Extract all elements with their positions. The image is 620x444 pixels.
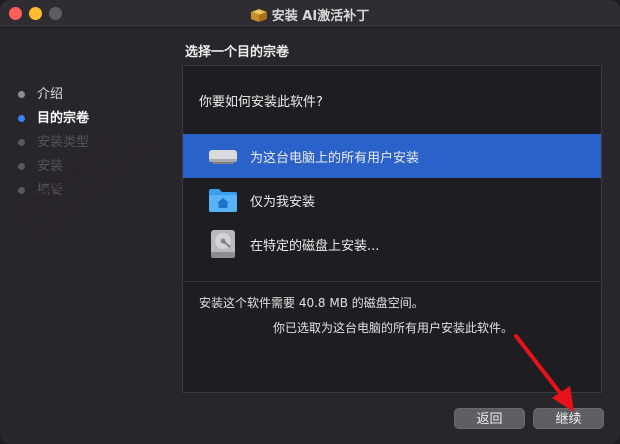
- step-installation-type: 安装类型: [18, 134, 89, 158]
- step-label: 安装: [37, 159, 64, 174]
- option-label: 仅为我安装: [250, 194, 316, 210]
- option-all-users[interactable]: 为这台电脑上的所有用户安装: [183, 134, 601, 178]
- step-label: 安装类型: [37, 135, 90, 150]
- step-label: 目的宗卷: [37, 111, 90, 126]
- destination-panel: 你要如何安装此软件? 为这台电脑上的所有用户安装 仅为我安装 在特定的磁盘上安装…: [182, 65, 602, 393]
- installer-window: 安装 AI激活补丁 选择一个目的宗卷 介绍 目的宗卷 安装类型 安装 摘要 你要…: [0, 0, 620, 444]
- step-dot-icon: [18, 139, 25, 146]
- installer-steps: 介绍 目的宗卷 安装类型 安装 摘要: [18, 86, 89, 206]
- option-only-me[interactable]: 仅为我安装: [183, 178, 601, 222]
- package-icon: [250, 9, 267, 22]
- option-label: 在特定的磁盘上安装...: [250, 238, 380, 254]
- computer-icon: [208, 141, 238, 171]
- step-label: 介绍: [37, 87, 64, 102]
- back-button[interactable]: 返回: [454, 408, 525, 429]
- title-bar: 安装 AI激活补丁: [0, 0, 620, 28]
- step-introduction: 介绍: [18, 86, 89, 110]
- step-destination: 目的宗卷: [18, 110, 89, 134]
- step-dot-icon: [18, 91, 25, 98]
- panel-divider: [183, 281, 601, 282]
- step-installation: 安装: [18, 158, 89, 182]
- option-label: 为这台电脑上的所有用户安装: [250, 150, 420, 166]
- window-title-group: 安装 AI激活补丁: [0, 5, 620, 24]
- page-title: 选择一个目的宗卷: [185, 45, 290, 60]
- home-folder-icon: [208, 185, 238, 215]
- step-dot-icon: [18, 163, 25, 170]
- install-question: 你要如何安装此软件?: [199, 95, 323, 110]
- step-label: 摘要: [37, 183, 64, 198]
- selection-info: 你已选取为这台电脑的所有用户安装此软件。: [272, 321, 513, 335]
- option-specific-disk[interactable]: 在特定的磁盘上安装...: [183, 222, 601, 266]
- continue-button[interactable]: 继续: [533, 408, 604, 429]
- disk-space-info: 安装这个软件需要 40.8 MB 的磁盘空间。: [199, 296, 424, 310]
- install-options-list: 为这台电脑上的所有用户安装 仅为我安装 在特定的磁盘上安装...: [183, 134, 601, 266]
- step-summary: 摘要: [18, 182, 89, 206]
- disk-icon: [208, 229, 238, 259]
- step-dot-icon: [18, 115, 25, 122]
- window-title: 安装 AI激活补丁: [271, 9, 370, 24]
- step-dot-icon: [18, 187, 25, 194]
